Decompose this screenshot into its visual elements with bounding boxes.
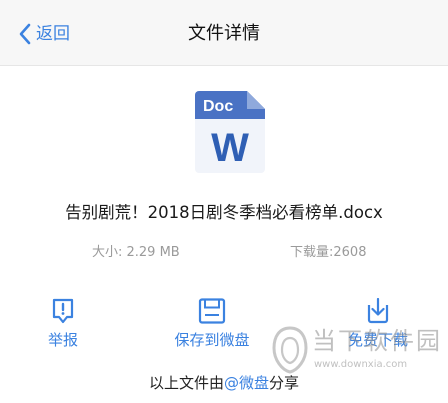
report-icon [52,298,74,324]
watermark: 当下软件园 www.downxia.com [270,320,440,390]
file-size: 大小: 2.29 MB [92,245,180,260]
page-title: 文件详情 [188,23,260,44]
nav-bar: 返回 文件详情 [0,0,448,66]
report-label: 举报 [47,331,78,349]
download-count: 下载量:2608 [290,245,367,260]
file-name: 告别剧荒！2018日剧冬季档必看榜单.docx [65,203,383,222]
share-prefix: 以上文件由 [148,374,224,392]
doc-icon-letter: W [211,126,249,170]
save-to-disk-label: 保存到微盘 [174,331,250,349]
save-to-disk-button[interactable]: 保存到微盘 [170,298,254,350]
word-document-icon: Doc W [195,91,265,173]
sharer-link[interactable]: @微盘 [224,374,269,392]
watermark-logo-icon [272,326,308,374]
watermark-url: www.downxia.com [314,359,408,370]
report-button[interactable]: 举报 [46,298,80,350]
save-disk-icon [198,298,226,324]
doc-icon-label: Doc [203,98,233,115]
watermark-text: 当下软件园 [312,327,442,355]
